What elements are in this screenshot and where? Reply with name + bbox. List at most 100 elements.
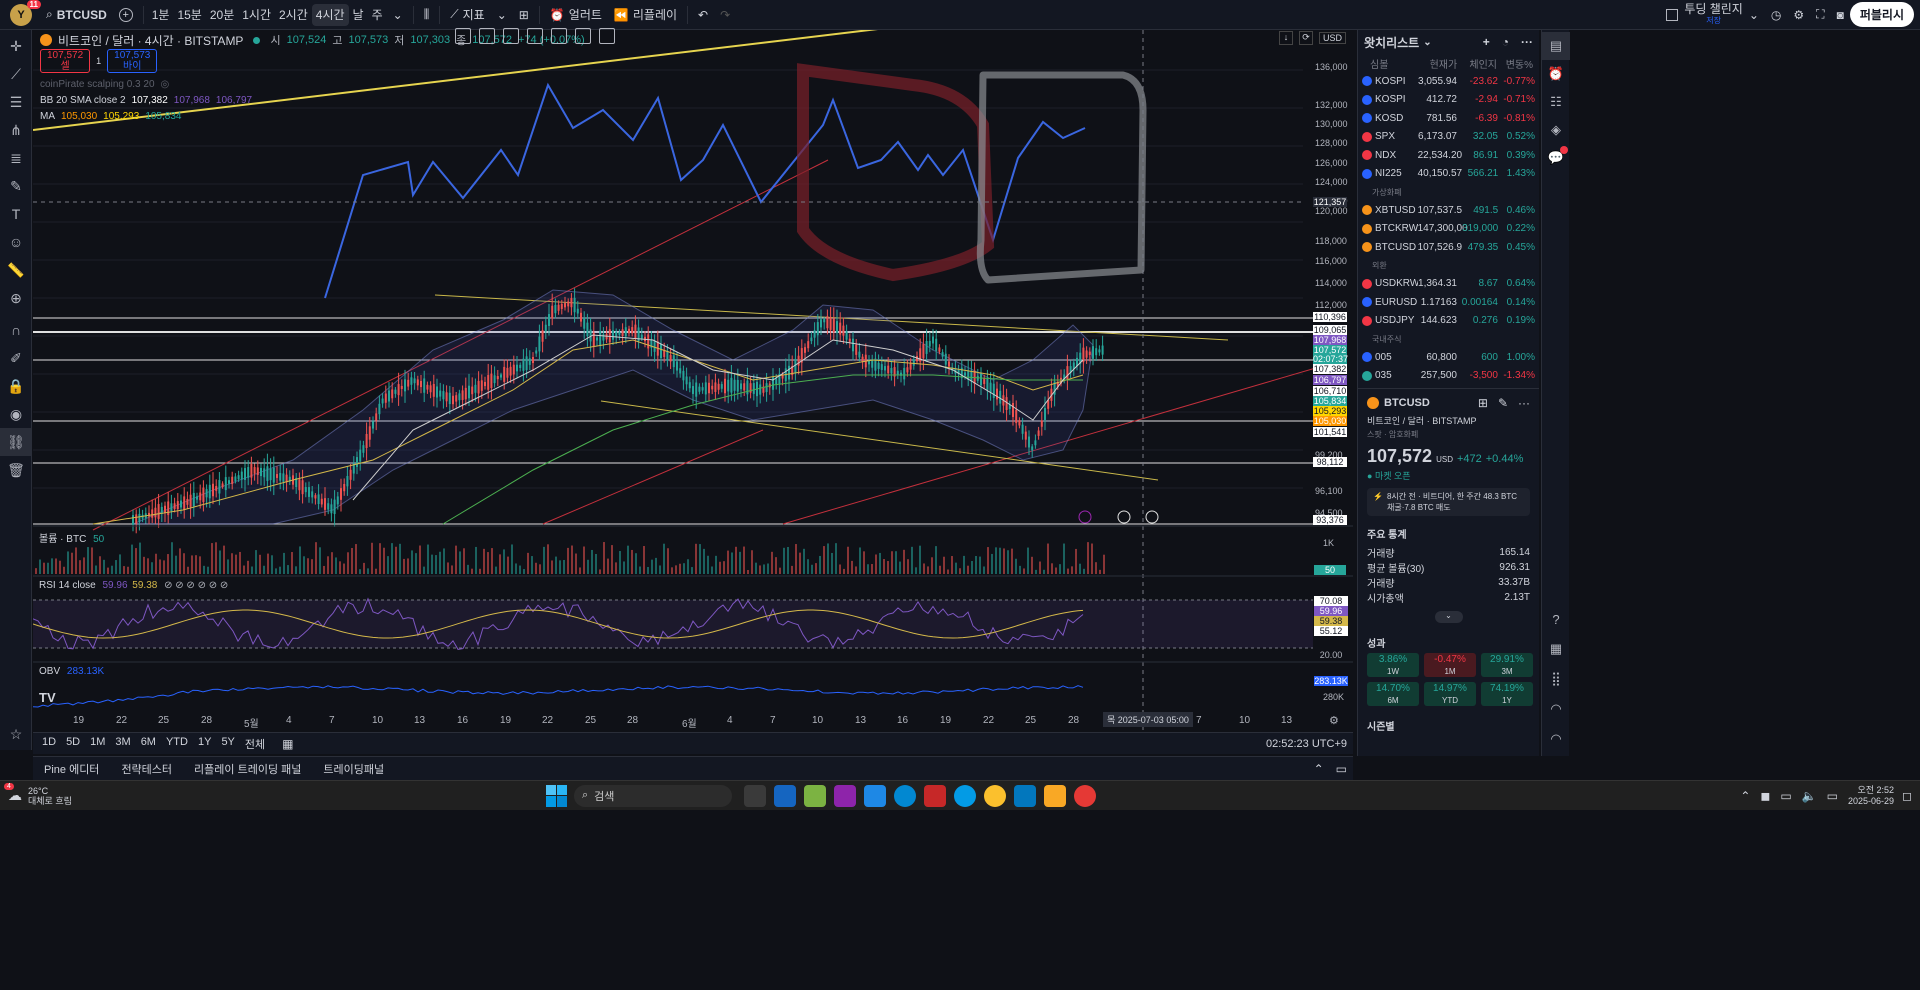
news-card[interactable]: ⚡ 8시간 전 · 비트디어, 한 주간 48.3 BTC 채굴·7.8 BTC… (1367, 488, 1530, 516)
pattern-tool-icon[interactable] (503, 28, 519, 44)
watchlist-row[interactable]: KOSPI 3,055.94 -23.62 -0.77% (1358, 72, 1539, 91)
apps-icon[interactable]: ⣿ (1542, 665, 1570, 693)
range-button[interactable]: 5D (61, 736, 85, 752)
timeframe-button[interactable]: 1분 (148, 0, 174, 30)
fib-icon[interactable]: ≣ (0, 144, 32, 172)
watchlist-row[interactable]: BTCUSD 107,526.9 479.35 0.45% (1358, 238, 1539, 257)
currency-select[interactable]: USD (1319, 32, 1347, 44)
perf-cell[interactable]: -0.47% 1M (1424, 653, 1476, 677)
kakaotalk-icon[interactable] (984, 784, 1006, 807)
undo-button[interactable]: ↶ (692, 0, 714, 30)
chart-type-button[interactable]: ⫼ (418, 0, 436, 30)
range-button[interactable]: 전체 (240, 736, 270, 752)
event-icon[interactable] (1145, 510, 1159, 524)
copilot-icon[interactable] (834, 784, 856, 807)
timeframe-button[interactable]: 15분 (173, 0, 205, 30)
perf-cell[interactable]: 14.97% YTD (1424, 682, 1476, 706)
watchlist-row[interactable]: NI225 40,150.57 566.21 1.43% (1358, 165, 1539, 184)
perf-cell[interactable]: 3.86% 1W (1367, 653, 1419, 677)
brush-icon[interactable]: ✎ (0, 172, 32, 200)
notification-center-icon[interactable]: ◻ (1902, 789, 1912, 803)
event-icon[interactable] (1117, 510, 1131, 524)
emoji-icon[interactable]: ☺ (0, 228, 32, 256)
more-icon[interactable]: ··· (1518, 396, 1530, 410)
trendline-icon[interactable]: ⟋ (0, 60, 32, 88)
range-button[interactable]: 1D (37, 736, 61, 752)
replay-button[interactable]: ⏪ 리플레이 (608, 0, 683, 30)
utc-clock[interactable]: 02:52:23 UTC+9 (1266, 738, 1353, 750)
timeframe-button[interactable]: 4시간 (311, 3, 349, 26)
more-icon[interactable]: ··· (1521, 35, 1533, 49)
timeframe-button[interactable]: 20분 (206, 0, 238, 30)
watchlist-row[interactable]: USDJPY 144.623 0.276 0.19% (1358, 312, 1539, 331)
price-chart[interactable] (33, 30, 1353, 730)
col-symbol[interactable]: 심볼 (1364, 56, 1419, 71)
horizontal-lines-icon[interactable]: ☰ (0, 88, 32, 116)
watchlist-row[interactable]: SPX 6,173.07 32.05 0.52% (1358, 128, 1539, 147)
templates-button[interactable]: ⊞ (513, 0, 535, 30)
bb-label[interactable]: BB 20 SMA close 2 (40, 95, 126, 106)
channel-tool-icon[interactable] (479, 28, 495, 44)
watchlist-section[interactable]: 외환 (1358, 257, 1539, 275)
lines-tool-icon[interactable] (455, 28, 471, 44)
notifications-icon[interactable]: ◠ (1542, 695, 1570, 723)
text-icon[interactable]: T (0, 200, 32, 228)
panel-tab[interactable]: Pine 에디터 (33, 761, 110, 777)
details-symbol[interactable]: BTCUSD (1384, 397, 1430, 409)
tradingview-app-icon[interactable] (924, 784, 946, 807)
buy-button[interactable]: 107,573 바이 (107, 49, 158, 73)
timeframe-button[interactable]: 2시간 (275, 0, 312, 30)
eye-icon[interactable]: ◉ (0, 400, 32, 428)
user-avatar[interactable]: Y 11 (10, 0, 41, 26)
tray-app-icon[interactable]: ◼ (1760, 789, 1770, 803)
zoom-icon[interactable]: ⊕ (0, 284, 32, 312)
col-change[interactable]: 체인지 (1457, 56, 1497, 71)
timeframe-dropdown[interactable]: ⌄ (387, 0, 409, 30)
col-percent[interactable]: 변동% (1497, 56, 1533, 71)
chart-area[interactable]: 136,000 132,000 130,000 128,000 126,000 124,0… (33, 30, 1353, 750)
taskbar-search[interactable]: ⌕ 검색 (574, 784, 732, 807)
timeframe-button[interactable]: 날 (349, 0, 368, 30)
watchlist-section[interactable]: 가상화폐 (1358, 183, 1539, 201)
folder-icon[interactable] (1044, 784, 1066, 807)
measure-tool-icon[interactable] (599, 28, 615, 44)
sell-button[interactable]: 107,572 셀 (40, 49, 91, 73)
quick-search-button[interactable]: ◷ (1765, 0, 1787, 30)
col-last[interactable]: 현재가 (1419, 56, 1458, 71)
wave-tool-icon[interactable] (527, 28, 543, 44)
challenge-checkbox[interactable]: 투딩 챌린지 저장 ⌄ (1660, 0, 1765, 30)
rsi-settings-icons[interactable]: ⊘ ⊘ ⊘ ⊘ ⊘ ⊘ (164, 580, 228, 591)
snapshot-button[interactable]: ◙ (1831, 0, 1850, 30)
tray-chevron-icon[interactable]: ⌃ (1740, 789, 1750, 803)
add-symbol-icon[interactable]: + (1483, 35, 1490, 49)
sync-icon[interactable]: ⟳ (1299, 31, 1313, 45)
panel-tab[interactable]: 리플레이 트레이딩 패널 (183, 761, 312, 777)
object-tree-icon[interactable]: ☷ (1542, 88, 1570, 116)
telegram-icon[interactable] (954, 784, 976, 807)
chevron-down-icon[interactable]: ⌄ (1423, 37, 1431, 48)
eye-icon[interactable]: ◎ (161, 79, 170, 90)
chrome-icon[interactable] (1074, 784, 1096, 807)
range-button[interactable]: 5Y (216, 736, 239, 752)
maximize-icon[interactable]: ▭ (1330, 762, 1353, 776)
arrow-down-icon[interactable]: ↓ (1279, 31, 1293, 45)
crosshair-icon[interactable]: ✛ (0, 32, 32, 60)
perf-cell[interactable]: 74.19% 1Y (1481, 682, 1533, 706)
help-icon[interactable]: ? (1542, 605, 1570, 633)
watchlist-row[interactable]: 005 60,800 600 1.00% (1358, 348, 1539, 367)
indicators-button[interactable]: ⟋ 지표 ⌄ (444, 0, 513, 30)
store-icon[interactable] (774, 784, 796, 807)
edit-icon[interactable]: ✎ (1498, 396, 1508, 410)
range-button[interactable]: 1M (85, 736, 110, 752)
chevron-up-icon[interactable]: ⌃ (1308, 762, 1330, 776)
watchlist-row[interactable]: EURUSD 1.17163 0.00164 0.14% (1358, 293, 1539, 312)
ruler-icon[interactable]: 📏 (0, 256, 32, 284)
indicator-scalping[interactable]: coinPirate scalping 0.3 20 (40, 79, 155, 90)
perf-cell[interactable]: 14.70% 6M (1367, 682, 1419, 706)
battery-icon[interactable]: ▭ (1827, 789, 1838, 803)
panel-tab[interactable]: 전략테스터 (110, 761, 183, 777)
link-icon[interactable]: ⛓ (0, 428, 32, 456)
trash-icon[interactable]: 🗑 (0, 456, 32, 484)
app-green-icon[interactable] (804, 784, 826, 807)
symbol-search-button[interactable]: ⌕ BTCUSD (40, 0, 113, 30)
